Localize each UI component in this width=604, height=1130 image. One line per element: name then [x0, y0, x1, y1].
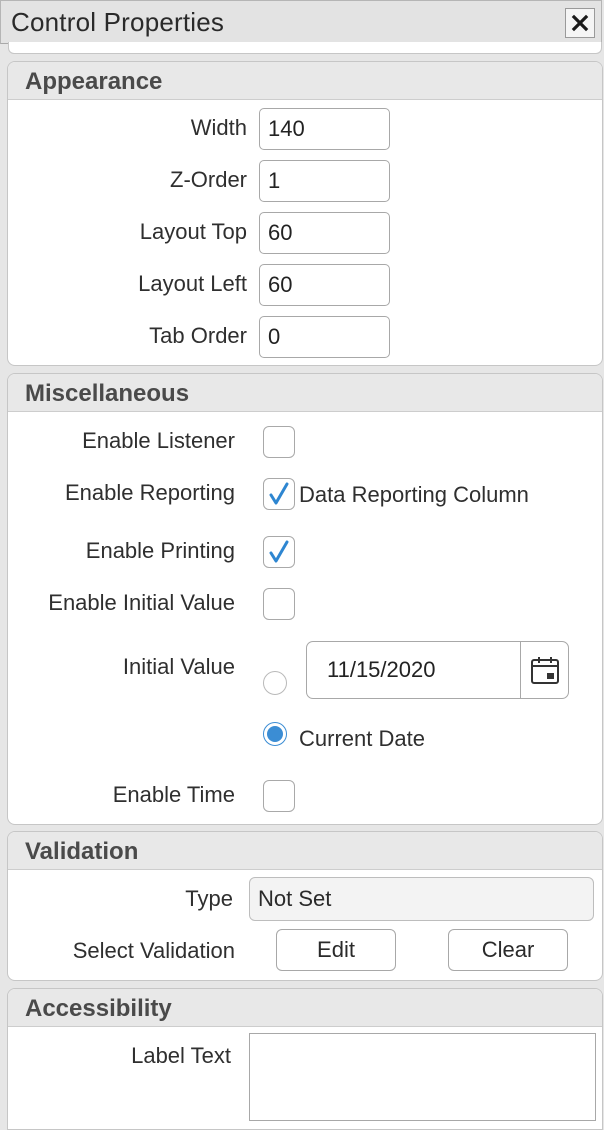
data-reporting-column-label: Data Reporting Column — [299, 482, 529, 507]
layout-top-label: Layout Top — [139, 219, 247, 244]
width-input[interactable]: 140 — [259, 108, 390, 150]
label-text-label: Label Text — [131, 1043, 231, 1068]
label-text-input[interactable] — [249, 1033, 596, 1121]
specific-date-radio[interactable] — [263, 671, 287, 695]
validation-heading: Validation — [8, 832, 602, 870]
initial-value-label: Initial Value — [122, 654, 235, 679]
calendar-icon — [531, 657, 559, 684]
close-icon — [571, 14, 589, 32]
tab-order-label: Tab Order — [149, 323, 247, 348]
select-validation-label: Select Validation — [72, 938, 235, 963]
enable-initial-value-label: Enable Initial Value — [48, 590, 235, 615]
layout-top-input[interactable]: 60 — [259, 212, 390, 254]
current-date-radio[interactable] — [263, 722, 287, 746]
appearance-heading: Appearance — [8, 62, 602, 100]
accessibility-heading: Accessibility — [8, 989, 602, 1027]
validation-type-label: Type — [185, 886, 233, 911]
enable-listener-label: Enable Listener — [82, 428, 235, 453]
title-bar: Control Properties — [0, 0, 602, 44]
enable-printing-checkbox[interactable] — [263, 536, 295, 568]
close-button[interactable] — [565, 8, 595, 38]
previous-section-edge — [8, 42, 602, 54]
z-order-label: Z-Order — [170, 167, 247, 192]
width-label: Width — [190, 115, 247, 140]
initial-date-value: 11/15/2020 — [327, 657, 436, 682]
appearance-panel: Appearance Width 140 Z-Order 1 Layout To… — [7, 61, 603, 366]
layout-left-input[interactable]: 60 — [259, 264, 390, 306]
validation-panel: Validation Type Not Set Select Validatio… — [7, 831, 603, 981]
current-date-label: Current Date — [299, 726, 425, 751]
layout-left-label: Layout Left — [138, 271, 247, 296]
clear-button[interactable]: Clear — [448, 929, 568, 971]
enable-initial-value-checkbox[interactable] — [263, 588, 295, 620]
enable-time-label: Enable Time — [112, 782, 235, 807]
miscellaneous-panel: Miscellaneous Enable Listener Enable Rep… — [7, 373, 603, 825]
enable-listener-checkbox[interactable] — [263, 426, 295, 458]
edit-button[interactable]: Edit — [276, 929, 396, 971]
tab-order-input[interactable]: 0 — [259, 316, 390, 358]
enable-printing-label: Enable Printing — [85, 538, 235, 563]
checkmark-icon — [269, 482, 289, 505]
validation-type-value: Not Set — [249, 877, 594, 921]
accessibility-panel: Accessibility Label Text — [7, 988, 603, 1130]
window-title: Control Properties — [11, 7, 225, 37]
checkmark-icon — [269, 540, 289, 563]
miscellaneous-heading: Miscellaneous — [8, 374, 602, 412]
enable-reporting-label: Enable Reporting — [64, 480, 235, 505]
calendar-button[interactable] — [520, 642, 569, 698]
enable-time-checkbox[interactable] — [263, 780, 295, 812]
z-order-input[interactable]: 1 — [259, 160, 390, 202]
enable-reporting-checkbox[interactable] — [263, 478, 295, 510]
